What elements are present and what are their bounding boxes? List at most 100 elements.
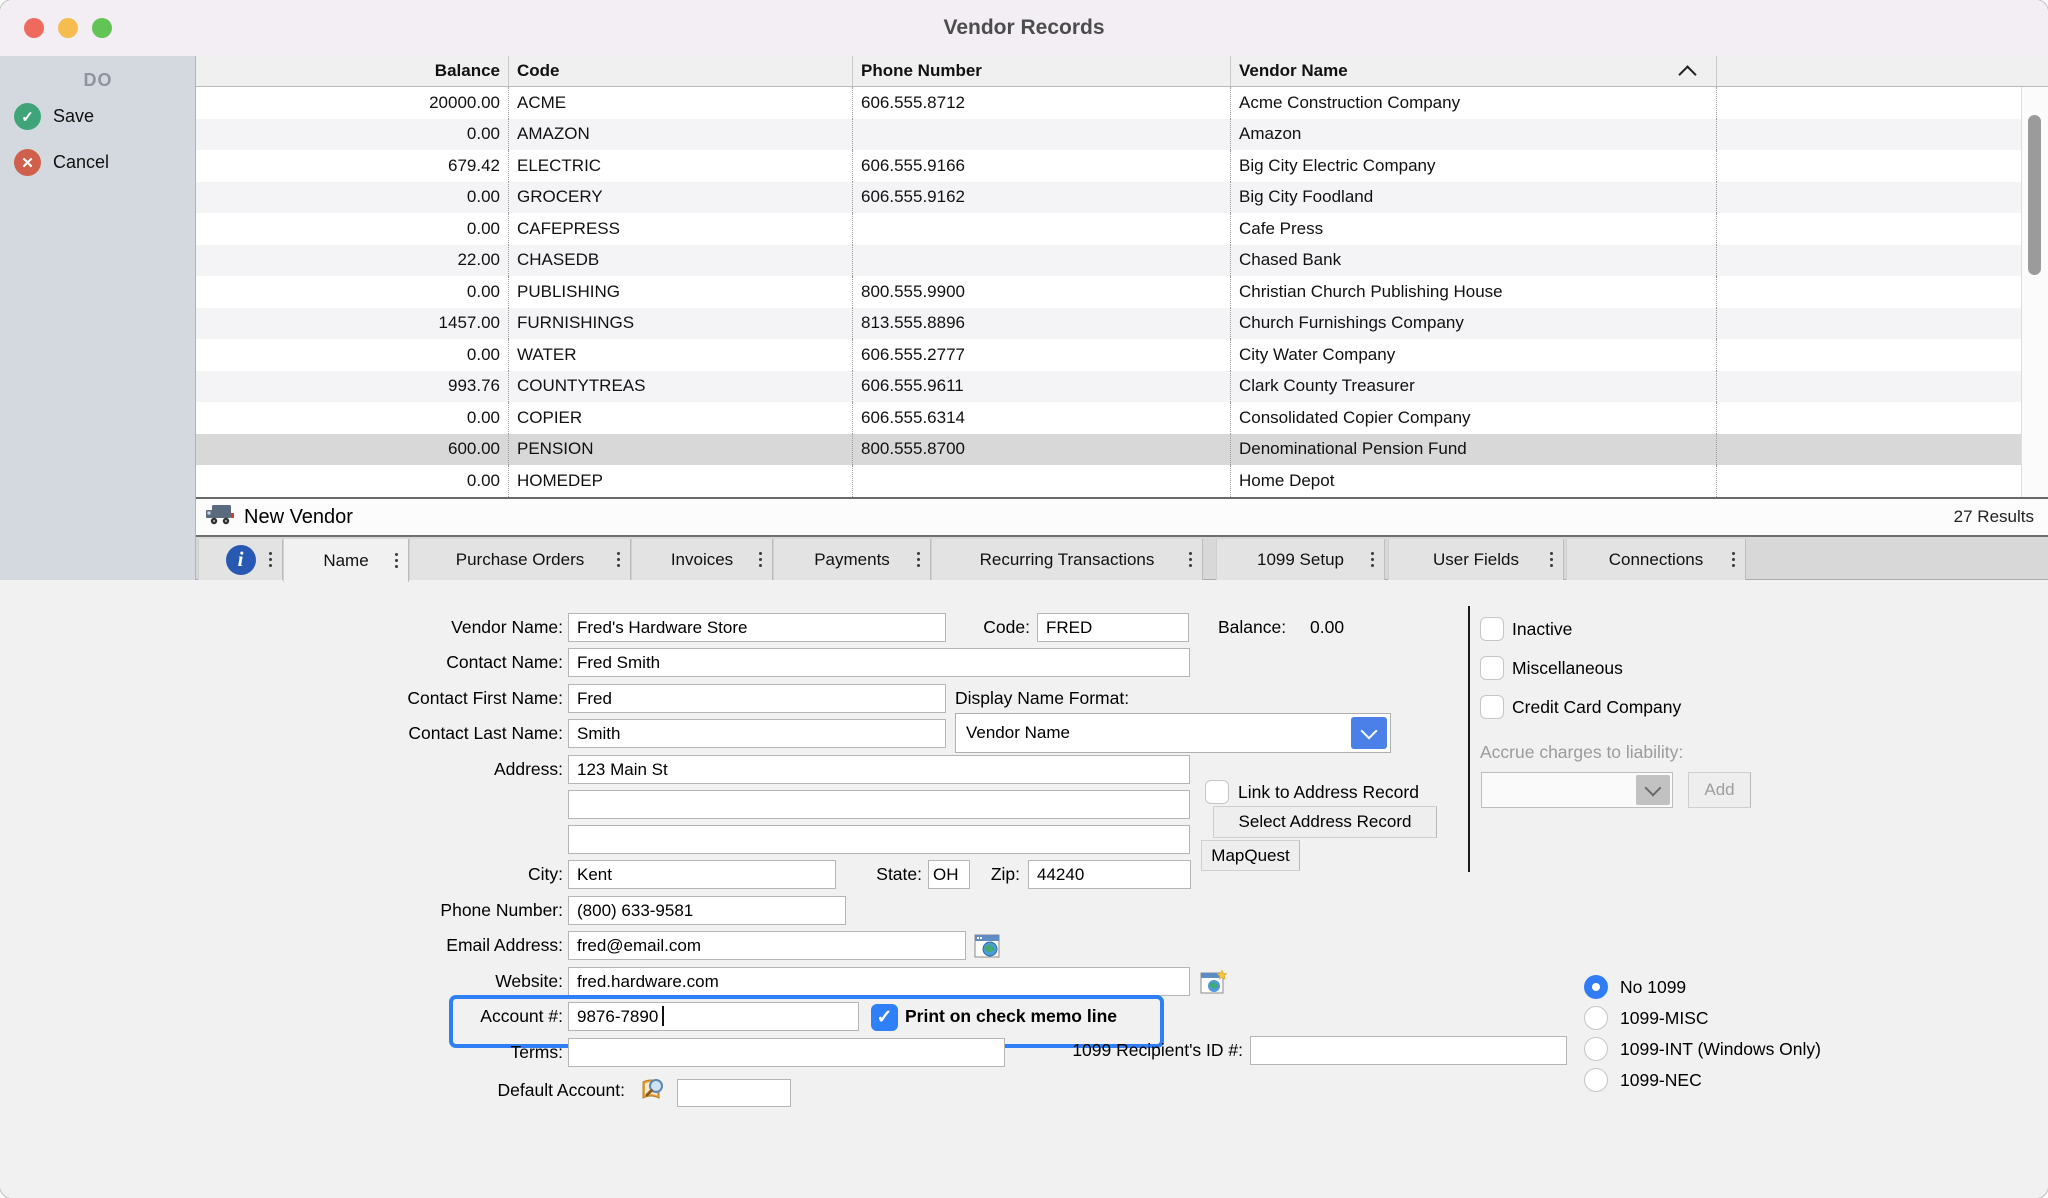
- account-number-input[interactable]: [568, 1002, 859, 1031]
- website-input[interactable]: [568, 967, 1190, 996]
- radio-1099-nec[interactable]: [1584, 1068, 1608, 1092]
- contact-last-name-input[interactable]: [568, 719, 946, 748]
- cell-balance: 22.00: [196, 245, 508, 277]
- table-scrollbar[interactable]: [2021, 87, 2048, 497]
- mapquest-button[interactable]: MapQuest: [1201, 840, 1300, 871]
- tab-invoices[interactable]: Invoices: [631, 539, 773, 581]
- balance-value: 0.00: [1310, 613, 1344, 642]
- cancel-button[interactable]: ✕ Cancel: [14, 149, 109, 176]
- balance-label: Balance:: [1218, 613, 1286, 642]
- table-row[interactable]: 0.00 HOMEDEP Home Depot: [196, 465, 2048, 497]
- browser-globe-icon[interactable]: [974, 933, 1000, 964]
- table-row[interactable]: 0.00 AMAZON Amazon: [196, 119, 2048, 151]
- cell-code: FURNISHINGS: [508, 308, 852, 340]
- table-row[interactable]: 0.00 CAFEPRESS Cafe Press: [196, 213, 2048, 245]
- select-address-record-button[interactable]: Select Address Record: [1213, 806, 1437, 838]
- table-row[interactable]: 1457.00 FURNISHINGS 813.555.8896 Church …: [196, 308, 2048, 340]
- link-address-record-checkbox[interactable]: [1205, 780, 1229, 804]
- contact-name-label: Contact Name:: [313, 648, 563, 677]
- tab-drag-handle-icon[interactable]: [1371, 552, 1374, 555]
- table-row[interactable]: 22.00 CHASEDB Chased Bank: [196, 245, 2048, 277]
- tab-drag-handle-icon[interactable]: [1732, 552, 1735, 555]
- tab-connections[interactable]: Connections: [1566, 539, 1746, 581]
- address-line3-input[interactable]: [568, 825, 1190, 854]
- tab-payments[interactable]: Payments: [773, 539, 931, 581]
- tab-1099-setup[interactable]: 1099 Setup: [1216, 539, 1385, 581]
- miscellaneous-checkbox[interactable]: [1480, 656, 1504, 680]
- default-account-label: Default Account:: [375, 1076, 625, 1105]
- tab-drag-handle-icon[interactable]: [1189, 552, 1192, 555]
- credit-card-company-checkbox[interactable]: [1480, 695, 1504, 719]
- cell-balance: 0.00: [196, 119, 508, 151]
- add-liability-button[interactable]: Add: [1688, 772, 1751, 808]
- zip-input[interactable]: [1028, 860, 1191, 889]
- state-input[interactable]: [928, 860, 970, 889]
- save-button[interactable]: ✓ Save: [14, 103, 94, 130]
- tab-recurring-transactions[interactable]: Recurring Transactions: [931, 539, 1203, 581]
- table-row[interactable]: 0.00 WATER 606.555.2777 City Water Compa…: [196, 339, 2048, 371]
- accrue-liability-label: Accrue charges to liability:: [1480, 738, 1683, 767]
- zip-label: Zip:: [975, 860, 1020, 889]
- cell-code: COPIER: [508, 402, 852, 434]
- column-header-vendor-name[interactable]: Vendor Name: [1230, 56, 1716, 86]
- contact-name-input[interactable]: [568, 648, 1190, 677]
- contact-first-name-input[interactable]: [568, 684, 946, 713]
- cell-code: COUNTYTREAS: [508, 371, 852, 403]
- cell-balance: 600.00: [196, 434, 508, 466]
- cell-balance: 0.00: [196, 465, 508, 497]
- default-account-input[interactable]: [677, 1079, 791, 1107]
- tab-drag-handle-icon[interactable]: [617, 552, 620, 555]
- tab-drag-handle-icon[interactable]: [1550, 552, 1553, 555]
- tab-drag-handle-icon[interactable]: [759, 552, 762, 555]
- email-address-input[interactable]: [568, 931, 966, 960]
- phone-number-input[interactable]: [568, 896, 846, 925]
- table-row[interactable]: 0.00 PUBLISHING 800.555.9900 Christian C…: [196, 276, 2048, 308]
- tab-drag-handle-icon[interactable]: [917, 552, 920, 555]
- cell-phone: 606.555.9162: [852, 182, 1230, 214]
- inactive-checkbox[interactable]: [1480, 617, 1504, 641]
- display-name-format-select[interactable]: Vendor Name: [955, 713, 1391, 753]
- tab-label: Payments: [814, 550, 890, 570]
- table-row[interactable]: 0.00 COPIER 606.555.6314 Consolidated Co…: [196, 402, 2048, 434]
- scrollbar-thumb[interactable]: [2028, 115, 2041, 275]
- address-line2-input[interactable]: [568, 790, 1190, 819]
- cell-vendor-name: Home Depot: [1230, 465, 1716, 497]
- radio-1099-misc[interactable]: [1584, 1006, 1608, 1030]
- tab-label: Invoices: [671, 550, 733, 570]
- cell-empty: [1716, 402, 2048, 434]
- address-line1-input[interactable]: [568, 755, 1190, 784]
- tab-label: Recurring Transactions: [980, 550, 1155, 570]
- table-row-selected[interactable]: 600.00 PENSION 800.555.8700 Denomination…: [196, 434, 2048, 466]
- tab-purchase-orders[interactable]: Purchase Orders: [409, 539, 631, 581]
- cell-empty: [1716, 276, 2048, 308]
- title-bar: Vendor Records: [0, 0, 2048, 57]
- column-header-balance[interactable]: Balance: [196, 56, 508, 86]
- accrue-liability-select[interactable]: [1481, 772, 1673, 808]
- table-row[interactable]: 993.76 COUNTYTREAS 606.555.9611 Clark Co…: [196, 371, 2048, 403]
- code-input[interactable]: [1037, 613, 1189, 642]
- tab-user-fields[interactable]: User Fields: [1388, 539, 1564, 581]
- cell-balance: 679.42: [196, 150, 508, 182]
- radio-no-1099[interactable]: [1584, 975, 1608, 999]
- tab-drag-handle-icon[interactable]: [269, 552, 272, 555]
- vendor-name-input[interactable]: [568, 613, 946, 642]
- window-title: Vendor Records: [0, 0, 2048, 56]
- table-row[interactable]: 20000.00 ACME 606.555.8712 Acme Construc…: [196, 87, 2048, 119]
- radio-1099-int[interactable]: [1584, 1037, 1608, 1061]
- book-search-icon[interactable]: [637, 1074, 669, 1111]
- tab-drag-handle-icon[interactable]: [395, 553, 398, 556]
- city-input[interactable]: [568, 860, 836, 889]
- column-header-phone[interactable]: Phone Number: [852, 56, 1230, 86]
- terms-input[interactable]: [568, 1038, 1005, 1067]
- browser-globe-star-icon[interactable]: [1200, 969, 1228, 1000]
- tab-name[interactable]: Name: [283, 539, 409, 582]
- column-header-empty[interactable]: [1716, 56, 2048, 86]
- column-header-code[interactable]: Code: [508, 56, 852, 86]
- print-memo-checkbox[interactable]: ✓: [871, 1004, 898, 1031]
- chevron-down-icon[interactable]: [1351, 717, 1387, 749]
- table-row[interactable]: 679.42 ELECTRIC 606.555.9166 Big City El…: [196, 150, 2048, 182]
- print-memo-label: Print on check memo line: [905, 1002, 1117, 1031]
- recipient-id-input[interactable]: [1250, 1036, 1567, 1065]
- table-row[interactable]: 0.00 GROCERY 606.555.9162 Big City Foodl…: [196, 182, 2048, 214]
- tab-info[interactable]: i: [198, 539, 283, 581]
